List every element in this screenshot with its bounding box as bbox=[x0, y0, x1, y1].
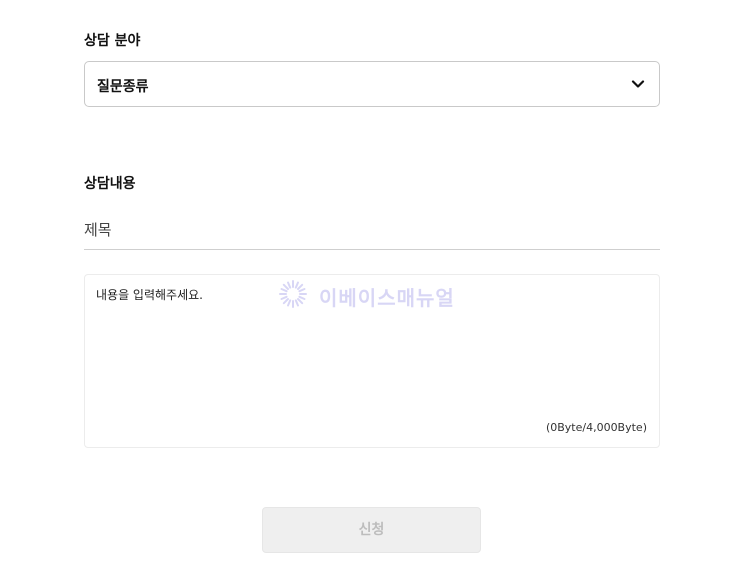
sunburst-logo-icon bbox=[279, 280, 307, 308]
question-type-select[interactable]: 질문종류 bbox=[84, 61, 660, 107]
category-label: 상담 분야 bbox=[84, 33, 141, 49]
content-label: 상담내용 bbox=[84, 176, 136, 192]
watermark: 이베이스매뉴얼 bbox=[277, 278, 467, 310]
content-placeholder: 내용을 입력해주세요. bbox=[96, 288, 203, 302]
title-input[interactable]: 제목 bbox=[84, 208, 660, 250]
submit-button[interactable]: 신청 bbox=[262, 507, 481, 553]
title-placeholder: 제목 bbox=[84, 221, 112, 239]
question-type-value: 질문종류 bbox=[97, 79, 149, 95]
byte-counter: (0Byte/4,000Byte) bbox=[545, 421, 647, 434]
watermark-text: 이베이스매뉴얼 bbox=[319, 286, 455, 310]
chevron-down-icon bbox=[631, 80, 645, 88]
